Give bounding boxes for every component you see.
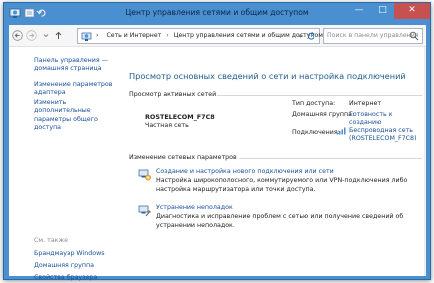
task-description-new-connection: Настройка широкополосного, коммутируемог… (156, 177, 408, 193)
breadcrumb: › Сеть и Интернет › Центр управления сет… (96, 32, 323, 39)
network-name: ROSTELECOM_F7C8 (145, 113, 215, 121)
homegroup-value-link[interactable]: Готовность к созданию (349, 111, 419, 128)
window-client-area: › Сеть и Интернет › Центр управления сет… (9, 25, 426, 281)
sidebar-link-firewall[interactable]: Брандмауэр Windows (34, 250, 105, 258)
chevron-down-icon (43, 34, 48, 38)
wifi-signal-icon (336, 127, 346, 135)
vertical-scrollbar[interactable] (424, 47, 426, 276)
sidebar-link-control-panel-home[interactable]: Панель управления — домашняя страница (34, 57, 122, 74)
maximize-button[interactable]: □ (371, 3, 394, 19)
address-field[interactable]: › Сеть и Интернет › Центр управления сет… (77, 28, 323, 44)
sidebar-link-homegroup[interactable]: Домашняя группа (34, 262, 94, 270)
minimize-button[interactable]: — (347, 3, 371, 19)
active-networks-heading: Просмотр активных сетей (129, 91, 217, 98)
breadcrumb-separator: › (166, 32, 169, 39)
troubleshoot-icon (138, 205, 151, 217)
connections-label: Подключения: (292, 129, 340, 136)
task-link-new-connection[interactable]: Создание и настройка нового подключения … (156, 168, 334, 175)
recent-locations-button[interactable] (40, 30, 51, 41)
task-description-troubleshoot: Диагностика и исправление проблем с сеть… (156, 213, 404, 229)
address-bar: › Сеть и Интернет › Центр управления сет… (9, 25, 426, 47)
homegroup-label: Домашняя группа: (292, 111, 355, 118)
forward-arrow-icon (26, 30, 37, 41)
section-divider (217, 95, 422, 96)
connection-value-link[interactable]: Беспроводная сеть (ROSTELECOM_F7C8) (349, 127, 423, 144)
network-type-link[interactable]: Частная сеть (145, 122, 189, 129)
search-input[interactable]: Поиск в панели управления (323, 28, 423, 44)
access-type-value: Интернет (349, 100, 382, 107)
sidebar-link-internet-options[interactable]: Свойства браузера (34, 274, 97, 282)
title-bar[interactable]: Центр управления сетями и общим доступом… (4, 3, 430, 25)
back-button[interactable] (12, 30, 23, 41)
sidebar: Панель управления — домашняя страница Из… (9, 47, 122, 281)
see-also-heading: См. также (34, 237, 69, 244)
sidebar-link-advanced-sharing[interactable]: Изменить дополнительные параметры общего… (34, 99, 120, 133)
back-arrow-icon (12, 30, 23, 41)
access-type-label: Тип доступа: (292, 100, 336, 107)
search-placeholder: Поиск в панели управления (327, 32, 419, 39)
sidebar-link-adapter-settings[interactable]: Изменение параметров адаптера (34, 81, 118, 98)
search-icon[interactable] (409, 31, 419, 41)
up-button[interactable] (53, 30, 64, 41)
breadcrumb-network-and-internet[interactable]: Сеть и Интернет (106, 32, 161, 39)
section-divider (239, 158, 422, 159)
close-button[interactable]: ✕ (394, 3, 430, 19)
chevron-down-icon[interactable] (297, 31, 304, 41)
main-content: Просмотр основных сведений о сети и наст… (122, 47, 426, 276)
network-center-icon (81, 32, 92, 41)
refresh-icon[interactable] (306, 30, 316, 42)
network-setup-icon (138, 169, 151, 181)
breadcrumb-separator: › (96, 32, 99, 39)
window: Центр управления сетями и общим доступом… (3, 2, 431, 281)
forward-button[interactable] (26, 30, 37, 41)
up-arrow-icon (55, 31, 62, 39)
task-link-troubleshoot[interactable]: Устранение неполадок (156, 204, 233, 211)
page-title: Просмотр основных сведений о сети и наст… (129, 71, 406, 81)
change-settings-heading: Изменение сетевых параметров (129, 154, 237, 161)
